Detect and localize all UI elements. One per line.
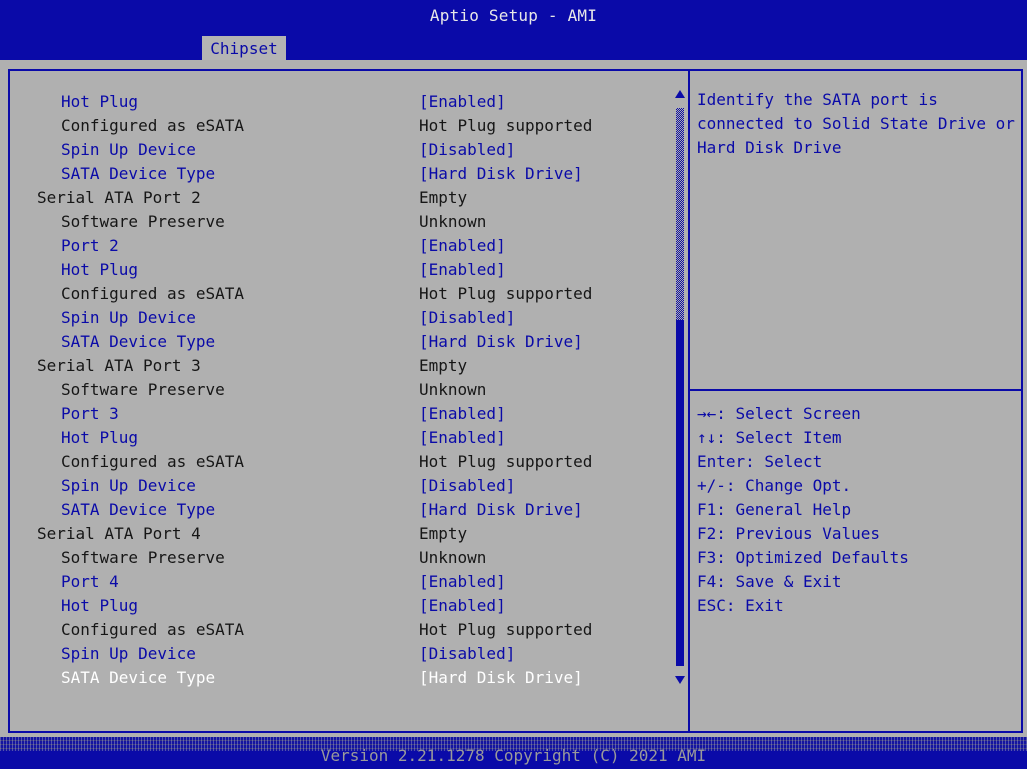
setting-label: Hot Plug [61, 260, 139, 279]
setting-row[interactable]: SATA Device Type [Hard Disk Drive] [0, 330, 670, 354]
setting-label: Configured as eSATA [61, 284, 245, 303]
setting-value[interactable]: [Hard Disk Drive] [419, 162, 583, 186]
setting-row: Serial ATA Port 3 Empty [0, 354, 670, 378]
setting-row[interactable]: Hot Plug [Enabled] [0, 594, 670, 618]
setting-row: Configured as eSATA Hot Plug supported [0, 114, 670, 138]
key-help-item: ↑↓: Select Item [697, 428, 842, 447]
setting-value[interactable]: [Hard Disk Drive] [419, 498, 583, 522]
key-help-item: →←: Select Screen [697, 404, 861, 423]
setting-value: Empty [419, 356, 468, 375]
setting-row: Software Preserve Unknown [0, 210, 670, 234]
setting-row[interactable]: SATA Device Type [Hard Disk Drive] [0, 498, 670, 522]
setting-value: Empty [419, 524, 468, 543]
setting-row: Serial ATA Port 4 Empty [0, 522, 670, 546]
setting-label: SATA Device Type [61, 332, 216, 351]
setting-value: Hot Plug supported [419, 620, 593, 639]
setting-value[interactable]: [Enabled] [419, 258, 506, 282]
setting-label: Hot Plug [61, 596, 139, 615]
setting-label: Configured as eSATA [61, 452, 245, 471]
setting-row: Configured as eSATA Hot Plug supported [0, 282, 670, 306]
tab-chipset[interactable]: Chipset [202, 36, 286, 60]
setting-value[interactable]: [Enabled] [419, 426, 506, 450]
setting-label: Spin Up Device [61, 644, 196, 663]
setting-label: SATA Device Type [61, 164, 216, 183]
key-help-item: +/-: Change Opt. [697, 476, 852, 495]
setting-label: Port 2 [61, 236, 119, 255]
panel-divider-horizontal [690, 389, 1023, 391]
setting-row[interactable]: Spin Up Device [Disabled] [0, 138, 670, 162]
setting-label: Spin Up Device [61, 140, 196, 159]
setting-label: SATA Device Type [61, 668, 216, 687]
setting-label: Serial ATA Port 4 [37, 524, 201, 543]
scroll-up-arrow-icon[interactable] [675, 90, 685, 98]
setting-label: Port 3 [61, 404, 119, 423]
setting-row[interactable]: SATA Device Type [Hard Disk Drive] [0, 666, 670, 690]
setting-row[interactable]: Hot Plug [Enabled] [0, 426, 670, 450]
scrollbar-thumb[interactable] [676, 320, 684, 666]
setting-row[interactable]: SATA Device Type [Hard Disk Drive] [0, 162, 670, 186]
setting-value[interactable]: [Hard Disk Drive] [419, 330, 583, 354]
setting-row[interactable]: Spin Up Device [Disabled] [0, 306, 670, 330]
item-help-text: Identify the SATA port is connected to S… [697, 90, 1015, 157]
setting-label: Spin Up Device [61, 476, 196, 495]
key-help-item: ESC: Exit [697, 596, 784, 615]
panel-divider-vertical [688, 69, 690, 733]
setting-value: Hot Plug supported [419, 284, 593, 303]
setting-row[interactable]: Hot Plug [Enabled] [0, 90, 670, 114]
app-title: Aptio Setup - AMI [429, 6, 598, 25]
setting-value[interactable]: [Disabled] [419, 306, 515, 330]
scroll-down-arrow-icon[interactable] [675, 676, 685, 684]
setting-label: Software Preserve [61, 380, 225, 399]
key-help-item: F4: Save & Exit [697, 572, 842, 591]
setting-value: Hot Plug supported [419, 116, 593, 135]
setting-row: Software Preserve Unknown [0, 378, 670, 402]
setting-label: SATA Device Type [61, 500, 216, 519]
key-help-item: F3: Optimized Defaults [697, 548, 909, 567]
setting-row[interactable]: Hot Plug [Enabled] [0, 258, 670, 282]
setting-label: Spin Up Device [61, 308, 196, 327]
setting-value: Hot Plug supported [419, 452, 593, 471]
title-bar: Aptio Setup - AMI Chipset [0, 0, 1027, 60]
setting-value: Empty [419, 188, 468, 207]
setting-row[interactable]: Spin Up Device [Disabled] [0, 642, 670, 666]
footer: Version 2.21.1278 Copyright (C) 2021 AMI [0, 737, 1027, 769]
setting-row: Serial ATA Port 2 Empty [0, 186, 670, 210]
setting-value: Unknown [419, 548, 487, 567]
setting-row[interactable]: Spin Up Device [Disabled] [0, 474, 670, 498]
setting-value[interactable]: [Enabled] [419, 90, 506, 114]
setting-value[interactable]: [Hard Disk Drive] [419, 666, 583, 690]
setting-label: Software Preserve [61, 548, 225, 567]
setting-label: Software Preserve [61, 212, 225, 231]
setting-label: Configured as eSATA [61, 620, 245, 639]
key-help-item: F1: General Help [697, 500, 852, 519]
setting-value[interactable]: [Disabled] [419, 138, 515, 162]
setting-label: Configured as eSATA [61, 116, 245, 135]
setting-value[interactable]: [Disabled] [419, 474, 515, 498]
setting-value[interactable]: [Enabled] [419, 570, 506, 594]
version-text: Version 2.21.1278 Copyright (C) 2021 AMI [320, 746, 707, 765]
setting-value[interactable]: [Disabled] [419, 642, 515, 666]
setting-label: Hot Plug [61, 92, 139, 111]
setting-row: Configured as eSATA Hot Plug supported [0, 450, 670, 474]
setting-row[interactable]: Port 3 [Enabled] [0, 402, 670, 426]
setting-row[interactable]: Port 2 [Enabled] [0, 234, 670, 258]
setting-label: Port 4 [61, 572, 119, 591]
key-help-list: →←: Select Screen ↑↓: Select Item Enter: S… [697, 402, 1019, 618]
setting-label: Serial ATA Port 3 [37, 356, 201, 375]
setting-value: Unknown [419, 212, 487, 231]
key-help-item: Enter: Select [697, 452, 823, 471]
key-help-item: F2: Previous Values [697, 524, 881, 543]
setting-label: Serial ATA Port 2 [37, 188, 201, 207]
setting-value[interactable]: [Enabled] [419, 402, 506, 426]
scrollbar[interactable] [673, 90, 687, 684]
setting-row[interactable]: Port 4 [Enabled] [0, 570, 670, 594]
setting-row: Software Preserve Unknown [0, 546, 670, 570]
setting-value: Unknown [419, 380, 487, 399]
setting-value[interactable]: [Enabled] [419, 594, 506, 618]
setting-value[interactable]: [Enabled] [419, 234, 506, 258]
setting-label: Hot Plug [61, 428, 139, 447]
setting-row: Configured as eSATA Hot Plug supported [0, 618, 670, 642]
